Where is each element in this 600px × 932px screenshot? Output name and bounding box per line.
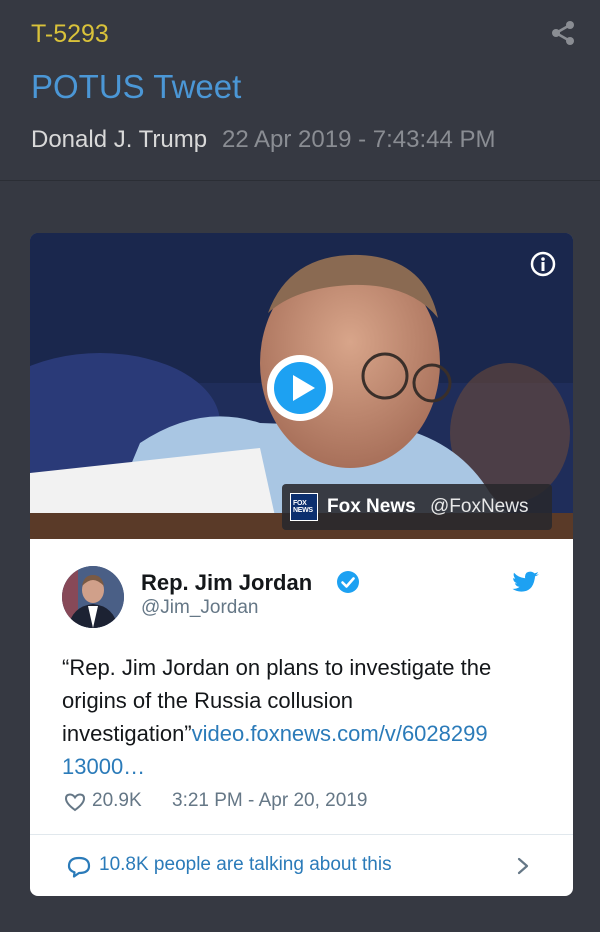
likes-count: 20.9K <box>92 790 142 811</box>
tweet-text-line-2: origins of the Russia collusion <box>62 688 354 713</box>
fox-news-logo: FOX NEWS <box>290 493 318 521</box>
video-source-bar: FOX NEWS Fox News @FoxNews <box>282 484 552 530</box>
tweet-time[interactable]: 3:21 PM - Apr 20, 2019 <box>172 790 367 812</box>
tweet-link-part-1[interactable]: video.foxnews.com/v/6028299 <box>192 721 488 746</box>
author-name: Donald J. Trump <box>31 126 208 153</box>
verified-icon <box>337 571 359 593</box>
info-icon[interactable] <box>530 251 556 277</box>
video-source-handle[interactable]: @FoxNews <box>430 496 528 518</box>
tweet-display-name[interactable]: Rep. Jim Jordan <box>141 570 312 596</box>
play-icon[interactable] <box>265 353 335 423</box>
page-title: POTUS Tweet <box>31 68 242 105</box>
tweet-handle[interactable]: @Jim_Jordan <box>141 597 259 619</box>
avatar[interactable] <box>62 566 124 628</box>
tweet-embed-card: FOX NEWS Fox News @FoxNews Rep. Jim Jord… <box>30 233 573 896</box>
speech-bubble-icon <box>67 856 91 878</box>
talking-count-text: 10.8K people are talking about this <box>99 854 392 875</box>
tweet-text: “Rep. Jim Jordan on plans to investigate… <box>62 651 542 783</box>
fox-news-logo-text: FOX NEWS <box>293 500 313 514</box>
heart-icon[interactable] <box>64 791 86 813</box>
avatar-image <box>62 566 124 628</box>
post-header: T-5293 POTUS Tweet Donald J. Trump 22 Ap… <box>0 0 600 181</box>
twitter-bird-icon[interactable] <box>512 571 540 595</box>
tweet-text-line-3: investigation” <box>62 721 192 746</box>
video-source-name: Fox News <box>327 496 416 517</box>
post-timestamp: 22 Apr 2019 - 7:43:44 PM <box>222 126 496 153</box>
tweet-text-line-1: “Rep. Jim Jordan on plans to investigate… <box>62 655 492 680</box>
conversation-link[interactable]: 10.8K people are talking about this <box>30 835 573 896</box>
item-id: T-5293 <box>31 20 109 48</box>
share-icon[interactable] <box>550 20 576 46</box>
header-divider <box>0 180 600 181</box>
video-thumbnail[interactable]: FOX NEWS Fox News @FoxNews <box>30 233 573 539</box>
chevron-right-icon <box>517 857 529 875</box>
tweet-link-part-2[interactable]: 13000… <box>62 754 145 779</box>
